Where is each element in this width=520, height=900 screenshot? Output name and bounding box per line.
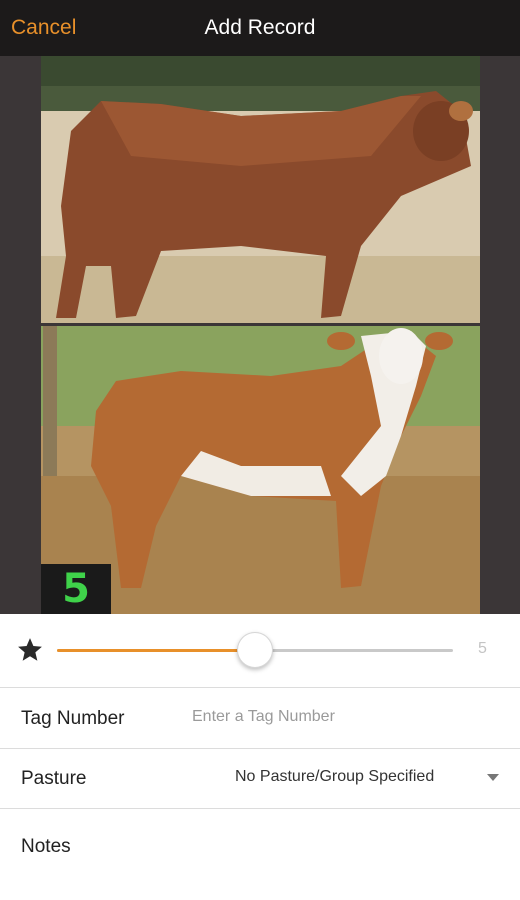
rating-row: 5 [0, 614, 520, 688]
photo-area: 5 [0, 56, 520, 614]
chevron-down-icon [487, 774, 499, 781]
divider [0, 748, 520, 749]
cow-photo-top[interactable] [41, 56, 480, 323]
score-badge: 5 [41, 564, 111, 614]
divider [0, 808, 520, 809]
page-title: Add Record [204, 16, 316, 39]
navigation-bar: Cancel Add Record [0, 0, 520, 56]
divider [0, 687, 520, 688]
star-icon [18, 638, 42, 661]
rating-slider-fill [57, 649, 255, 652]
pasture-label: Pasture [21, 768, 87, 789]
pasture-value: No Pasture/Group Specified [235, 768, 435, 785]
notes-input[interactable] [21, 866, 501, 896]
tag-number-label: Tag Number [21, 708, 125, 729]
tag-number-input[interactable] [192, 700, 502, 734]
pasture-select[interactable]: No Pasture/Group Specified [230, 762, 510, 796]
rating-slider-thumb[interactable] [237, 632, 273, 668]
notes-label: Notes [21, 836, 71, 857]
cow-photo-top-image [41, 56, 480, 323]
rating-value: 5 [478, 640, 487, 657]
